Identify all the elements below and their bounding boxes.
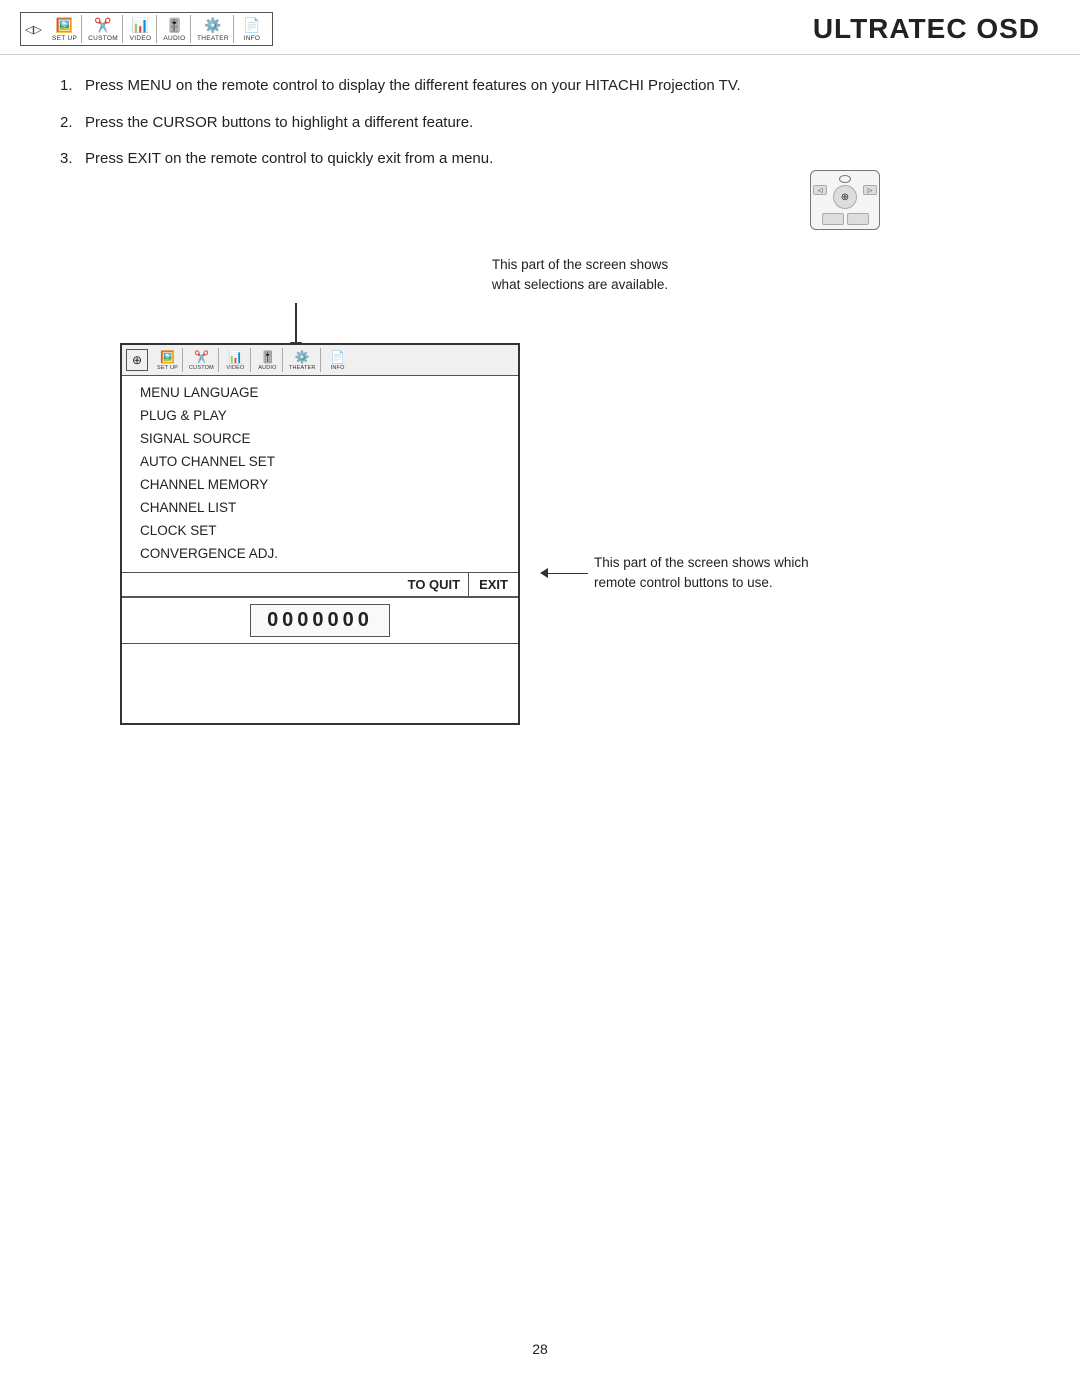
setup-icon: 🖼️ (54, 16, 76, 34)
instruction-1-num: 1. (60, 77, 81, 94)
tv-theater-icon: ⚙️ (292, 349, 312, 365)
right-callout-arrow: This part of the screen shows which remo… (540, 553, 809, 594)
instruction-1: 1. Press MENU on the remote control to d… (40, 75, 1040, 98)
top-icon-theater: ⚙️ THEATER (193, 15, 234, 43)
audio-icon: 🎚️ (163, 16, 185, 34)
top-bar: ◁▷ 🖼️ SET UP ✂️ CUSTOM 📊 VIDEO 🎚️ AUDIO … (0, 0, 1080, 55)
top-icon-video: 📊 VIDEO (125, 15, 157, 43)
tv-custom-icon: ✂️ (191, 349, 211, 365)
arrow-left-tip (540, 568, 548, 578)
remote-antenna (839, 175, 851, 183)
menu-item-1: MENU LANGUAGE (140, 382, 506, 405)
menu-item-2: PLUG & PLAY (140, 405, 506, 428)
instruction-3: 3. Press EXIT on the remote control to q… (40, 148, 1040, 171)
menu-item-7: CLOCK SET (140, 520, 506, 543)
top-icon-setup: 🖼️ SET UP (48, 15, 82, 43)
top-icons-strip: ◁▷ 🖼️ SET UP ✂️ CUSTOM 📊 VIDEO 🎚️ AUDIO … (20, 12, 273, 46)
instruction-2-text: Press the CURSOR buttons to highlight a … (85, 114, 473, 131)
callout-right-line2: remote control buttons to use. (594, 575, 773, 590)
tv-icon-info: 📄 INFO (323, 348, 353, 372)
tv-channel-area: 0000000 (122, 597, 518, 643)
remote-btn-right: ▷ (863, 185, 877, 195)
instruction-1-text: Press MENU on the remote control to disp… (85, 77, 741, 94)
tv-channel-display: 0000000 (250, 604, 390, 637)
tv-and-callout: ⊕ 🖼️ SET UP ✂️ CUSTOM 📊 VIDEO 🎚️ AUDIO (40, 343, 1040, 725)
diagram-section: This part of the screen shows what selec… (0, 235, 1080, 745)
tv-menu-bar: ⊕ 🖼️ SET UP ✂️ CUSTOM 📊 VIDEO 🎚️ AUDIO (122, 345, 518, 376)
remote-device: ◁ ⊕ ▷ (810, 170, 880, 230)
remote-btn-b (847, 213, 869, 225)
remote-btn-left: ◁ (813, 185, 827, 195)
instruction-3-num: 3. (60, 150, 81, 167)
page-title: ULTRATEC OSD (813, 13, 1040, 45)
instruction-3-text: Press EXIT on the remote control to quic… (85, 150, 493, 167)
info-icon: 📄 (241, 16, 263, 34)
top-icon-info: 📄 INFO (236, 15, 268, 43)
callout-top-label: This part of the screen shows what selec… (120, 255, 1040, 296)
tv-setup-icon: 🖼️ (158, 349, 178, 365)
callout-top-line2: what selections are available. (492, 277, 668, 292)
remote-btn-a (822, 213, 844, 225)
tv-bottom-bar: TO QUIT EXIT (122, 572, 518, 597)
remote-dpad-center: ⊕ (833, 185, 857, 209)
right-callout-text: This part of the screen shows which remo… (594, 553, 809, 594)
tv-to-quit: TO QUIT (122, 573, 469, 596)
tv-icon-video: 📊 VIDEO (221, 348, 251, 372)
tv-icon-setup: 🖼️ SET UP (153, 348, 183, 372)
menu-item-3: SIGNAL SOURCE (140, 428, 506, 451)
instruction-2: 2. Press the CURSOR buttons to highlight… (40, 112, 1040, 135)
tv-info-icon: 📄 (328, 349, 348, 365)
tv-icon-audio: 🎚️ AUDIO (253, 348, 283, 372)
nav-arrows: ◁▷ (25, 23, 42, 36)
tv-lower-area (122, 643, 518, 723)
tv-menu-items: MENU LANGUAGE PLUG & PLAY SIGNAL SOURCE … (122, 376, 518, 572)
tv-exit: EXIT (469, 573, 518, 596)
top-icon-audio: 🎚️ AUDIO (159, 15, 191, 43)
tv-icon-theater: ⚙️ THEATER (285, 348, 321, 372)
page-number: 28 (0, 1321, 1080, 1377)
tv-screen: ⊕ 🖼️ SET UP ✂️ CUSTOM 📊 VIDEO 🎚️ AUDIO (120, 343, 520, 725)
right-callout-area: This part of the screen shows which remo… (540, 553, 809, 598)
top-icon-custom: ✂️ CUSTOM (84, 15, 123, 43)
theater-icon: ⚙️ (202, 16, 224, 34)
menu-item-8: CONVERGENCE ADJ. (140, 543, 506, 566)
instruction-2-num: 2. (60, 114, 81, 131)
instructions-section: 1. Press MENU on the remote control to d… (0, 55, 1080, 195)
tv-video-icon: 📊 (225, 349, 245, 365)
tv-audio-icon: 🎚️ (257, 349, 277, 365)
menu-item-6: CHANNEL LIST (140, 497, 506, 520)
callout-top-line1: This part of the screen shows (492, 257, 668, 272)
menu-item-5: CHANNEL MEMORY (140, 474, 506, 497)
tv-icon-custom: ✂️ CUSTOM (185, 348, 219, 372)
custom-icon: ✂️ (92, 16, 114, 34)
remote-control-diagram: ◁ ⊕ ▷ (810, 170, 880, 230)
callout-right-line1: This part of the screen shows which (594, 555, 809, 570)
arrow-left-line (548, 573, 588, 575)
menu-item-4: AUTO CHANNEL SET (140, 451, 506, 474)
callout-arrow-line (295, 303, 297, 343)
tv-nav-arrow: ⊕ (126, 349, 148, 371)
video-icon: 📊 (129, 16, 151, 34)
